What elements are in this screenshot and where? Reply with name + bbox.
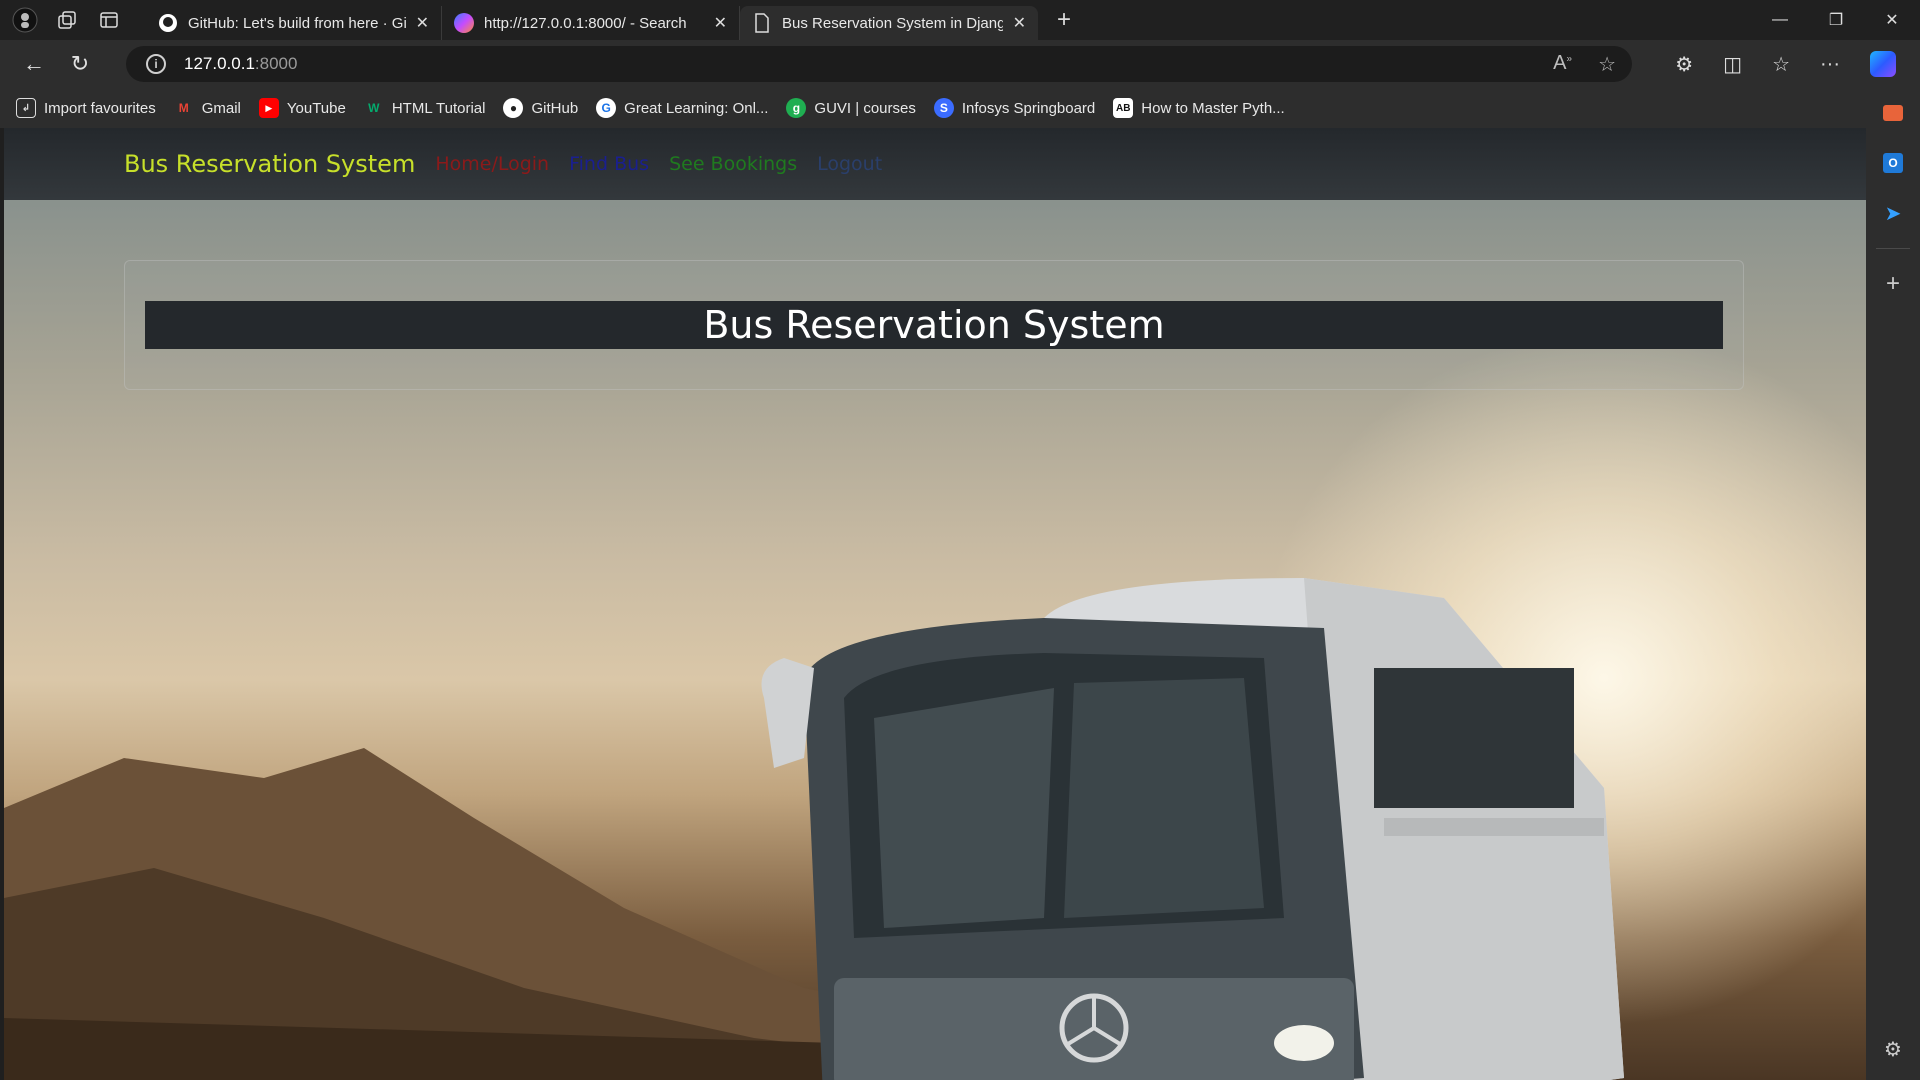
close-tab-icon[interactable]: ✕ [416, 13, 429, 33]
bookmark-label: How to Master Pyth... [1141, 99, 1285, 117]
bookmark-label: YouTube [286, 99, 346, 117]
bookmark-label: Import favourites [44, 99, 156, 117]
bookmark-label: HTML Tutorial [391, 99, 486, 117]
github-icon [158, 13, 178, 33]
split-screen-icon[interactable]: ◫ [1723, 52, 1742, 77]
tab-title: http://127.0.0.1:8000/ - Search [484, 14, 687, 32]
new-tab-button[interactable]: + [1044, 6, 1084, 34]
gmail-icon: M [178, 101, 189, 115]
back-button[interactable]: ← [14, 44, 54, 84]
bookmark-label: GitHub [531, 99, 579, 117]
tab-title: Bus Reservation System in Djang [782, 14, 1003, 32]
close-tab-icon[interactable]: ✕ [1013, 13, 1026, 33]
bookmark-guvi[interactable]: g GUVI | courses [786, 98, 916, 118]
infosys-icon: S [933, 98, 954, 118]
sidebar-settings-icon[interactable]: ⚙ [1866, 1024, 1920, 1074]
w3schools-icon: W [368, 101, 380, 115]
read-aloud-icon[interactable]: A» [1553, 52, 1572, 77]
url-text[interactable]: 127.0.0.1:8000 [184, 54, 297, 74]
tab-github[interactable]: GitHub: Let's build from here · Gi ✕ [146, 6, 442, 40]
favorites-icon[interactable]: ☆ [1772, 52, 1790, 77]
bookmark-label: Great Learning: Onl... [624, 99, 769, 117]
url-port: :8000 [254, 54, 298, 73]
bing-search-icon [454, 13, 474, 33]
extensions-icon[interactable]: ⚙ [1675, 52, 1693, 77]
nav-home-login[interactable]: Home/Login [435, 153, 549, 175]
bookmark-great-learning[interactable]: G Great Learning: Onl... [596, 98, 768, 118]
favorite-star-icon[interactable]: ☆ [1598, 52, 1616, 77]
youtube-icon: ▶ [258, 98, 279, 118]
bookmark-youtube[interactable]: ▶ YouTube [258, 98, 346, 118]
address-toolbar: ← ↻ i 127.0.0.1:8000 A» ☆ ⚙ ◫ ☆ ··· [0, 40, 1920, 88]
bookmark-python[interactable]: AB How to Master Pyth... [1113, 98, 1285, 118]
site-info-icon[interactable]: i [146, 54, 166, 74]
copilot-icon[interactable] [1870, 51, 1896, 77]
restore-icon[interactable]: ❐ [1808, 0, 1864, 40]
workspaces-icon[interactable] [50, 3, 84, 37]
great-learning-icon: G [596, 98, 617, 118]
hero-jumbotron: Bus Reservation System [124, 260, 1744, 390]
bookmark-gmail[interactable]: M Gmail [174, 98, 241, 118]
browser-tab-bar: GitHub: Let's build from here · Gi ✕ htt… [0, 0, 1920, 40]
ab-icon: AB [1113, 98, 1134, 118]
edge-sidebar: O ➤ + ⚙ [1866, 88, 1920, 1080]
window-controls: — ❐ ✕ [1752, 0, 1920, 40]
profile-avatar-icon[interactable] [8, 3, 42, 37]
sidebar-divider [1876, 248, 1910, 249]
minimize-icon[interactable]: — [1752, 0, 1808, 40]
add-sidebar-app-icon[interactable]: + [1866, 259, 1920, 309]
close-tab-icon[interactable]: ✕ [714, 13, 727, 33]
close-window-icon[interactable]: ✕ [1864, 0, 1920, 40]
favorites-bar: ↲ Import favourites M Gmail ▶ YouTube W … [0, 88, 1920, 128]
bus-illustration [761, 578, 1624, 1080]
tools-briefcase-icon[interactable] [1866, 88, 1920, 138]
more-menu-icon[interactable]: ··· [1820, 53, 1840, 76]
page-viewport: Bus Reservation System Home/Login Find B… [4, 128, 1866, 1080]
site-navbar: Bus Reservation System Home/Login Find B… [4, 128, 1866, 200]
tab-title: GitHub: Let's build from here · Gi [188, 14, 406, 32]
url-host: 127.0.0.1 [184, 54, 255, 73]
address-bar[interactable]: i 127.0.0.1:8000 A» ☆ [126, 46, 1632, 82]
bookmark-label: Gmail [201, 99, 241, 117]
tab-search[interactable]: http://127.0.0.1:8000/ - Search ✕ [442, 6, 740, 40]
site-brand[interactable]: Bus Reservation System [124, 150, 415, 178]
guvi-icon: g [786, 98, 807, 118]
bookmark-html-tutorial[interactable]: W HTML Tutorial [364, 98, 486, 118]
nav-logout[interactable]: Logout [817, 153, 882, 175]
page-title: Bus Reservation System [145, 301, 1723, 349]
github-icon: ● [503, 98, 524, 118]
tab-bus-reservation[interactable]: Bus Reservation System in Djang ✕ [740, 6, 1038, 40]
bookmark-infosys[interactable]: S Infosys Springboard [933, 98, 1096, 118]
bookmark-label: GUVI | courses [814, 99, 916, 117]
bookmark-github[interactable]: ● GitHub [503, 98, 578, 118]
outlook-icon[interactable]: O [1866, 138, 1920, 188]
vertical-tabs-icon[interactable] [92, 3, 126, 37]
page-icon [752, 13, 772, 33]
browser-tools: ⚙ ◫ ☆ ··· [1675, 40, 1896, 88]
send-icon[interactable]: ➤ [1866, 188, 1920, 238]
bookmark-label: Infosys Springboard [961, 99, 1096, 117]
import-icon: ↲ [16, 98, 36, 118]
bookmark-import-favourites[interactable]: ↲ Import favourites [16, 98, 156, 118]
nav-see-bookings[interactable]: See Bookings [669, 153, 797, 175]
nav-find-bus[interactable]: Find Bus [569, 153, 649, 175]
refresh-button[interactable]: ↻ [60, 44, 100, 84]
